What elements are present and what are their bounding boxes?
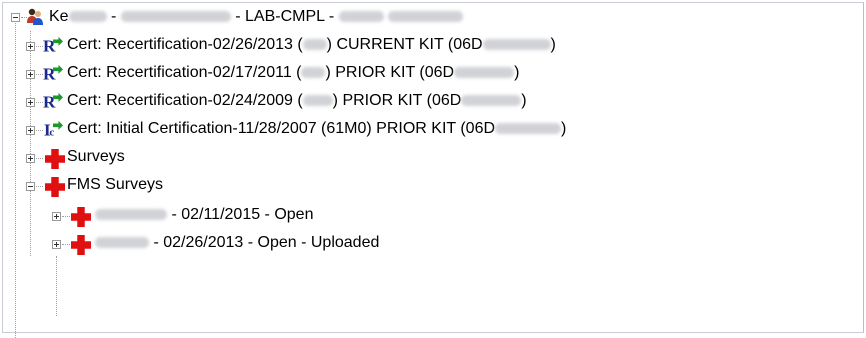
cert-label: Cert: Recertification-02/17/2011 () PRIO…: [67, 64, 520, 81]
cert-label: Cert: Initial Certification-11/28/2007 (…: [67, 120, 567, 137]
tree-guide-line: [30, 31, 31, 256]
svg-text:c: c: [49, 126, 54, 138]
redacted-text: [68, 11, 107, 23]
collapse-toggle[interactable]: [26, 182, 35, 191]
cert-label: Cert: Recertification-02/24/2009 () PRIO…: [67, 92, 527, 109]
red-cross-icon: [71, 207, 91, 227]
redacted-text: [495, 123, 562, 135]
expand-toggle[interactable]: [26, 126, 35, 135]
recert-certificate-icon: R: [43, 36, 63, 55]
expand-toggle[interactable]: [26, 98, 35, 107]
expand-toggle[interactable]: [26, 42, 35, 51]
redacted-text: [388, 11, 464, 23]
red-cross-icon: [71, 235, 91, 255]
redacted-text: [338, 11, 384, 23]
expand-toggle[interactable]: [26, 70, 35, 79]
root-label: Ke - - LAB-CMPL -: [49, 7, 464, 27]
redacted-text: [454, 67, 515, 79]
redacted-text: [301, 67, 326, 79]
cert-label: Cert: Recertification-02/26/2013 () CURR…: [67, 36, 556, 53]
red-cross-icon: [45, 177, 65, 197]
recert-certificate-icon: R: [43, 64, 63, 83]
expand-toggle[interactable]: [26, 154, 35, 163]
red-cross-icon: [45, 149, 65, 169]
initial-certificate-icon: I c: [44, 120, 63, 139]
fms-surveys-label: FMS Surveys: [67, 176, 164, 193]
expand-toggle[interactable]: [52, 212, 61, 221]
fms-survey-label: - 02/11/2015 - Open: [95, 205, 313, 225]
svg-text:R: R: [43, 92, 56, 111]
svg-text:R: R: [43, 36, 56, 55]
collapse-toggle[interactable]: [11, 13, 20, 22]
surveys-label: Surveys: [67, 148, 125, 165]
recert-certificate-icon: R: [43, 92, 63, 111]
redacted-text: [120, 11, 231, 23]
redacted-text: [302, 95, 333, 107]
expand-toggle[interactable]: [52, 240, 61, 249]
redacted-text: [461, 95, 522, 107]
redacted-text: [482, 39, 551, 51]
redacted-text: [95, 209, 167, 221]
tree-guide-line: [56, 256, 57, 316]
svg-text:R: R: [43, 64, 56, 83]
redacted-text: [302, 39, 327, 51]
people-icon: [27, 8, 43, 25]
tree-guide-line: [15, 15, 16, 338]
tree-view: Ke - - LAB-CMPL - R Cert: Recertificatio…: [2, 2, 864, 338]
redacted-text: [95, 237, 149, 249]
fms-survey-label: - 02/26/2013 - Open - Uploaded: [95, 233, 379, 253]
